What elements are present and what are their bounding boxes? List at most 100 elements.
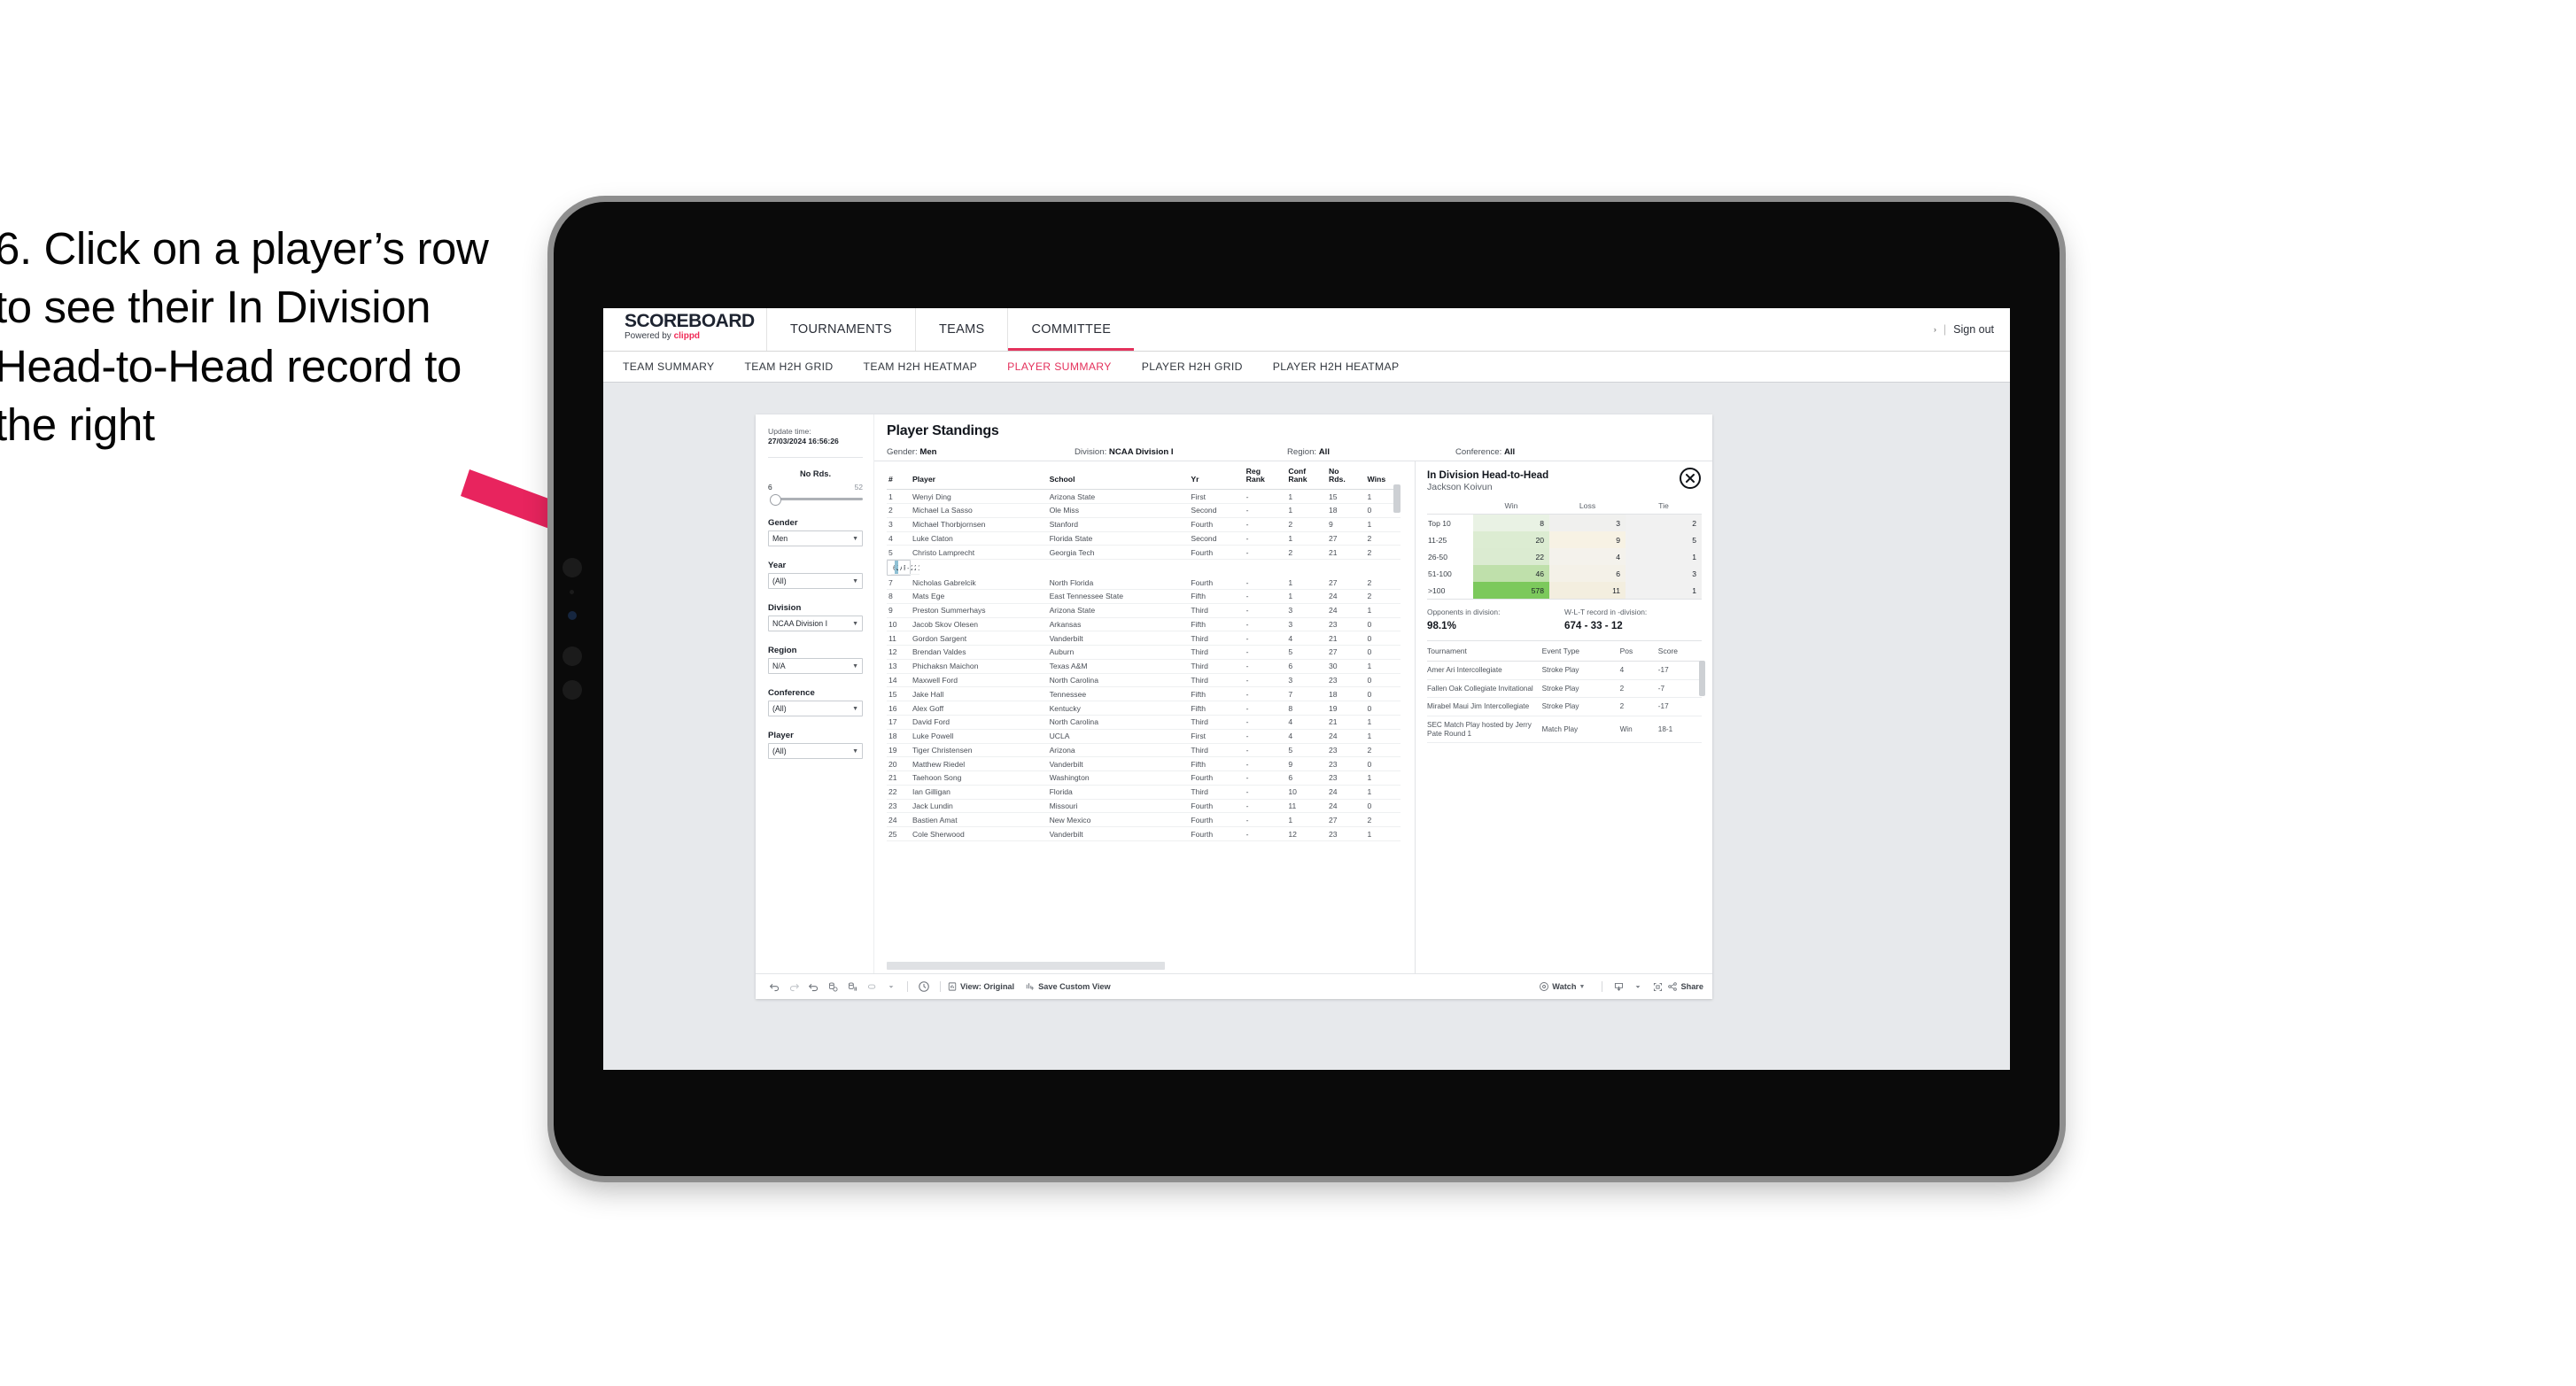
h2h-loss: 3 [1549, 514, 1626, 531]
table-row[interactable]: 12 Brendan Valdes Auburn Third -5 27 0 [887, 645, 1401, 660]
tab-team-h2h-grid[interactable]: TEAM H2H GRID [745, 360, 834, 373]
table-row[interactable]: 9 Preston Summerhays Arizona State Third -3 2… [887, 603, 1401, 618]
col-header-rds[interactable]: No Rds. [1326, 461, 1366, 491]
h2h-loss: 9 [1549, 531, 1626, 548]
trn-col-score[interactable]: Score [1657, 647, 1702, 662]
trn-col-pos[interactable]: Pos [1619, 647, 1658, 662]
h2h-row: 11-25 20 9 5 [1427, 531, 1702, 548]
filter-division-select[interactable]: NCAA Division I ▼ [768, 616, 863, 631]
tournament-scrollbar[interactable] [1699, 661, 1705, 696]
trn-col-name[interactable]: Tournament [1427, 647, 1542, 662]
filter-region-select[interactable]: N/A ▼ [768, 658, 863, 674]
tournament-row[interactable]: Fallen Oak Collegiate Invitational Stroke… [1427, 679, 1702, 699]
cell-school: Arizona State [1047, 603, 1190, 618]
table-row[interactable]: 15 Jake Hall Tennessee Fifth -7 18 0 [887, 686, 1401, 702]
save-custom-view-button[interactable]: Save Custom View [1025, 981, 1111, 992]
nav-committee[interactable]: COMMITTEE [1007, 308, 1134, 351]
opponents-label: Opponents in division: [1427, 608, 1501, 616]
table-row[interactable]: 20 Matthew Riedel Vanderbilt Fifth -9 23 0 [887, 756, 1401, 772]
chevron-down-icon[interactable] [881, 978, 901, 995]
table-row[interactable]: 10 Jacob Skov Olesen Arkansas Fifth -3 23 0 [887, 617, 1401, 632]
standings-table-container[interactable]: # Player School Yr Reg Rank Conf Rank No Rds. Wins… [874, 461, 1415, 973]
table-row[interactable]: 14 Maxwell Ford North Carolina Third -3 23 0 [887, 673, 1401, 688]
table-row[interactable]: 21 Taehoon Song Washington Fourth -6 23 1 [887, 770, 1401, 786]
filter-conference-select[interactable]: (All) ▼ [768, 701, 863, 716]
table-row[interactable]: 3 Michael Thorbjornsen Stanford Fourth -2 9 1 [887, 517, 1401, 532]
filter-year-select[interactable]: (All) ▼ [768, 573, 863, 589]
table-horizontal-scrollbar[interactable] [887, 962, 1165, 970]
table-header-row: # Player School Yr Reg Rank Conf Rank No Rds. Wins [887, 461, 1401, 491]
slider-handle[interactable] [770, 494, 781, 506]
cell-reg: - [1244, 686, 1287, 702]
no-rounds-slider[interactable] [768, 494, 863, 506]
tab-team-h2h-heatmap[interactable]: TEAM H2H HEATMAP [864, 360, 978, 373]
table-row[interactable]: 8 Mats Ege East Tennessee State Fifth -1 24 2 [887, 589, 1401, 604]
table-vertical-scrollbar[interactable] [1393, 484, 1401, 513]
refresh-data-icon[interactable] [823, 978, 842, 995]
tournament-row[interactable]: SEC Match Play hosted by Jerry Pate Roun… [1427, 716, 1702, 744]
view-original-button[interactable]: View: Original [947, 981, 1014, 992]
filter-sidebar: Update time: 27/03/2024 16:56:26 No Rds.… [756, 414, 874, 973]
cell-yr: Fourth [1189, 826, 1245, 841]
revert-icon[interactable] [803, 978, 823, 995]
table-row[interactable]: 1 Wenyi Ding Arizona State First -1 15 1 [887, 489, 1401, 505]
table-row[interactable]: 19 Tiger Christensen Arizona Third -5 23 2 [887, 743, 1401, 758]
table-row[interactable]: 11 Gordon Sargent Vanderbilt Third -4 21 0 [887, 631, 1401, 647]
filter-player-select[interactable]: (All) ▼ [768, 743, 863, 759]
trn-col-type[interactable]: Event Type [1541, 647, 1620, 662]
col-header-conf[interactable]: Conf Rank [1286, 461, 1327, 491]
undo-icon[interactable] [764, 978, 784, 995]
sign-out-link[interactable]: Sign out [1953, 323, 1994, 336]
cell-yr: Third [1189, 743, 1245, 758]
table-row[interactable]: 18 Luke Powell UCLA First -4 24 1 [887, 729, 1401, 744]
tab-player-h2h-grid[interactable]: PLAYER H2H GRID [1142, 360, 1243, 373]
share-view-icon[interactable] [862, 978, 881, 995]
tab-player-summary[interactable]: PLAYER SUMMARY [1007, 360, 1112, 373]
tab-team-summary[interactable]: TEAM SUMMARY [623, 360, 715, 373]
table-row[interactable]: 5 Christo Lamprecht Georgia Tech Fourth -2 21… [887, 545, 1401, 561]
nav-teams[interactable]: TEAMS [915, 308, 1007, 351]
table-row[interactable]: 25 Cole Sherwood Vanderbilt Fourth -12 23 1 [887, 826, 1401, 841]
table-row[interactable]: 4 Luke Claton Florida State Second -1 27 2 [887, 531, 1401, 546]
meta-region: Region: All [1287, 447, 1330, 457]
share-button[interactable]: Share [1667, 981, 1703, 992]
cell-conf: 10 [1286, 785, 1327, 800]
table-row[interactable]: 2 Michael La Sasso Ole Miss Second -1 18 0 [887, 503, 1401, 518]
col-header-yr[interactable]: Yr [1189, 461, 1245, 491]
tournament-row[interactable]: Amer Ari Intercollegiate Stroke Play 4 -17 [1427, 661, 1702, 680]
cell-wins: 2 [1365, 531, 1401, 546]
col-header-num[interactable]: # [887, 461, 911, 491]
h2h-row: >100 578 11 1 [1427, 582, 1702, 600]
filter-gender-select[interactable]: Men ▼ [768, 530, 863, 546]
nav-tournaments[interactable]: TOURNAMENTS [766, 308, 915, 351]
tab-player-h2h-heatmap[interactable]: PLAYER H2H HEATMAP [1273, 360, 1400, 373]
col-header-reg[interactable]: Reg Rank [1244, 461, 1287, 491]
table-row[interactable]: 16 Alex Goff Kentucky Fifth -8 19 0 [887, 701, 1401, 716]
fullscreen-icon[interactable] [1648, 978, 1667, 995]
cell-school: Florida [1047, 785, 1190, 800]
table-row[interactable]: 23 Jack Lundin Missouri Fourth -11 24 0 [887, 799, 1401, 814]
table-row[interactable]: 6Jackson KoivunAuburnFirst-2271 [887, 560, 919, 577]
watch-button[interactable]: Watch ▼ [1539, 981, 1585, 992]
table-row[interactable]: 17 David Ford North Carolina Third -4 21 1 [887, 715, 1401, 730]
table-row[interactable]: 24 Bastien Amat New Mexico Fourth -1 27 2 [887, 812, 1401, 828]
cell-school: Kentucky [1047, 701, 1190, 716]
pause-updates-icon[interactable] [842, 978, 862, 995]
save-custom-view-label: Save Custom View [1038, 982, 1111, 991]
chevron-down-icon[interactable] [1628, 978, 1648, 995]
close-circle-icon[interactable] [1679, 467, 1702, 490]
col-header-school[interactable]: School [1047, 461, 1190, 491]
tournament-row[interactable]: Mirabel Maui Jim Intercollegiate Stroke P… [1427, 697, 1702, 717]
table-row[interactable]: 13 Phichaksn Maichon Texas A&M Third -6 30 1 [887, 659, 1401, 674]
cell-player: Christo Lamprecht [910, 545, 1048, 561]
account-chevron-icon[interactable]: › [1934, 325, 1936, 334]
download-icon[interactable] [1609, 978, 1628, 995]
h2h-tie: 2 [1626, 514, 1702, 531]
table-row[interactable]: 22 Ian Gilligan Florida Third -10 24 1 [887, 785, 1401, 800]
col-header-player[interactable]: Player [910, 461, 1048, 491]
clock-history-icon[interactable] [914, 978, 934, 995]
cell-school: Arizona [1047, 743, 1190, 758]
table-row[interactable]: 7 Nicholas Gabrelcik North Florida Fourth -1… [887, 576, 1401, 590]
redo-icon[interactable] [784, 978, 803, 995]
cell-num: 7 [887, 576, 911, 590]
